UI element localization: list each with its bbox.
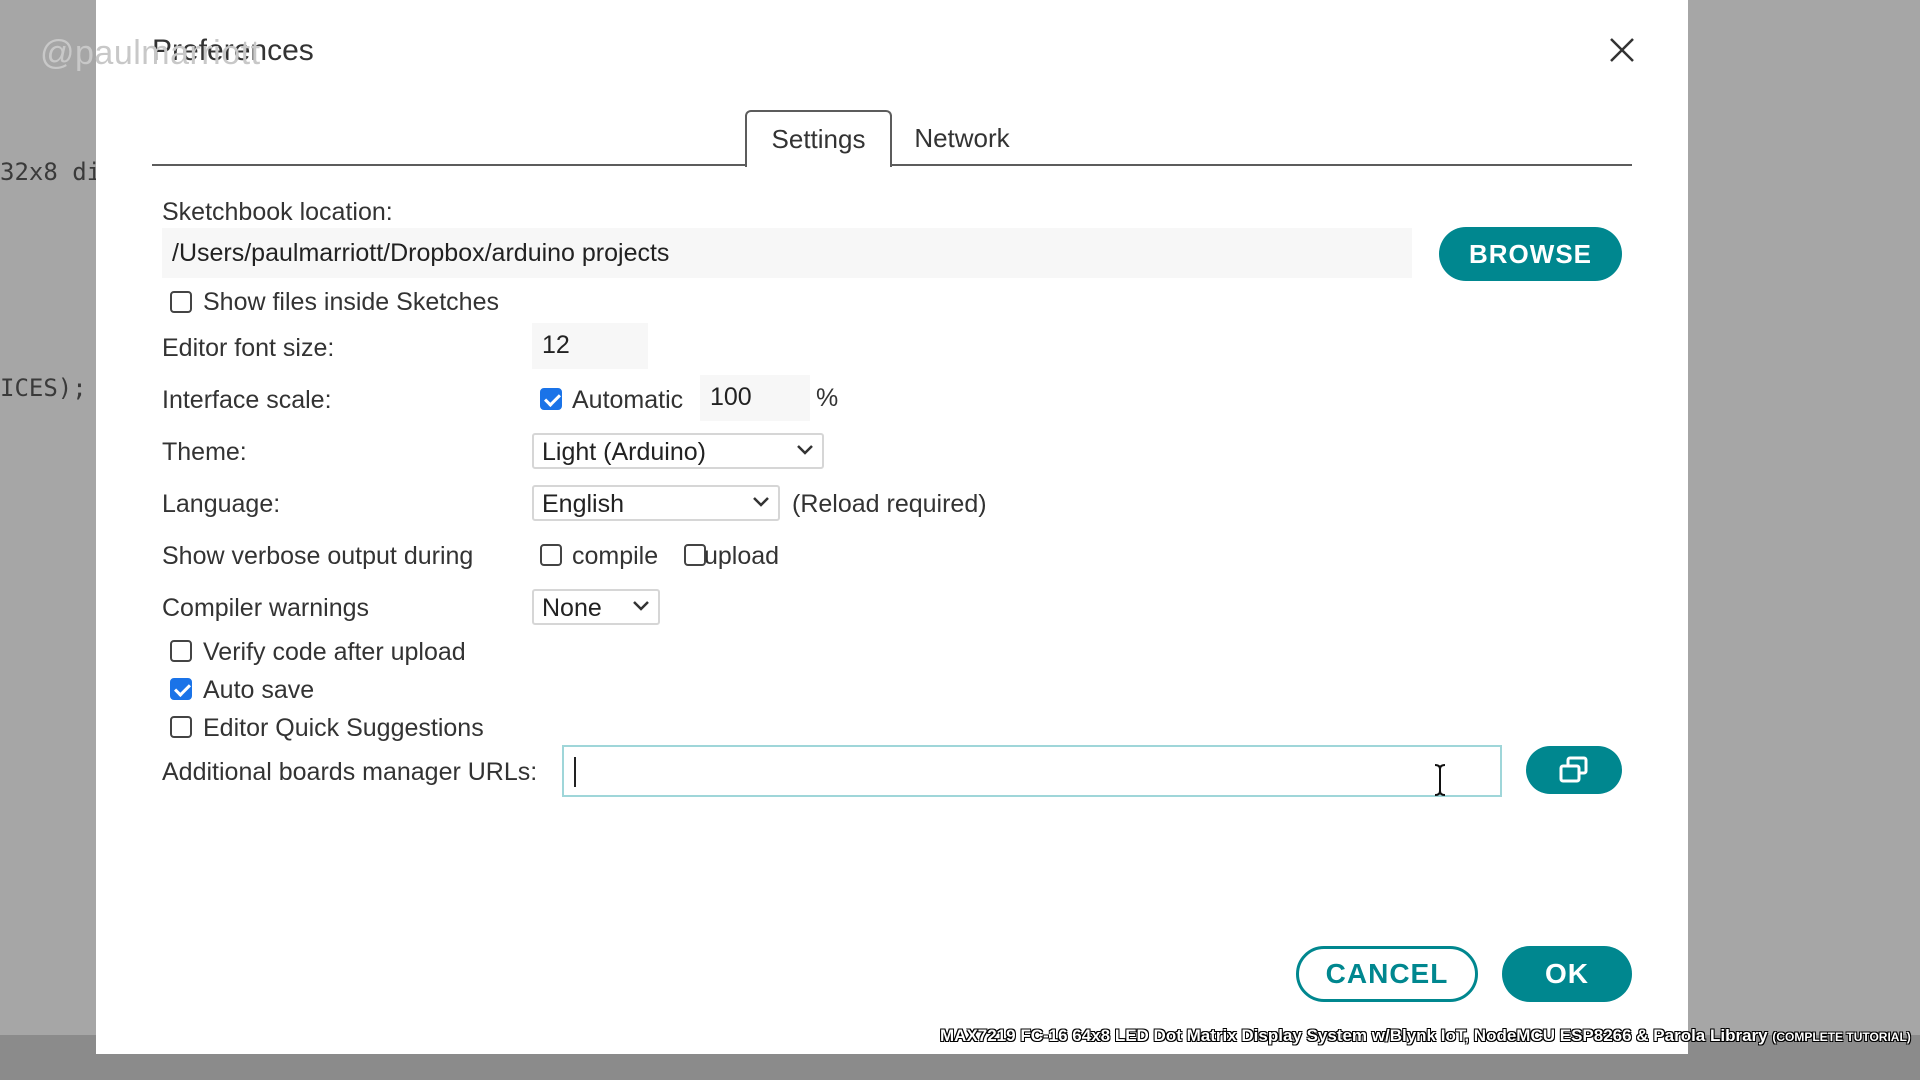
show-files-checkbox[interactable] [170,291,192,313]
chevron-down-icon [797,445,813,455]
tab-divider [152,164,1632,166]
chevron-down-icon [633,601,649,611]
code-text: ICES); [0,374,87,402]
auto-save-label: Auto save [203,676,315,704]
auto-save-checkbox[interactable] [170,678,192,700]
language-label: Language: [162,490,281,518]
open-window-icon [1559,756,1588,783]
text-cursor-icon [1434,764,1446,796]
sketchbook-path-field[interactable]: /Users/paulmarriott/Dropbox/arduino proj… [162,228,1412,278]
boards-urls-input[interactable] [562,745,1502,797]
quick-suggestions-checkbox[interactable] [170,716,192,738]
verify-upload-label: Verify code after upload [203,638,466,666]
verbose-compile-label: compile [572,542,659,570]
theme-value: Light (Arduino) [542,438,706,466]
quick-suggestions-label: Editor Quick Suggestions [203,714,484,742]
font-size-label: Editor font size: [162,334,335,362]
chevron-down-icon [753,497,769,507]
cancel-button[interactable]: CANCEL [1296,946,1478,1002]
scale-automatic-checkbox[interactable] [540,388,562,410]
compiler-warnings-label: Compiler warnings [162,594,370,622]
language-value: English [542,490,624,518]
scale-value-input[interactable]: 100 [700,375,810,421]
compiler-warnings-select[interactable]: None [532,589,660,625]
ok-button[interactable]: OK [1502,946,1632,1002]
tab-settings[interactable]: Settings [745,110,892,167]
tab-network[interactable]: Network [896,110,1028,166]
theme-label: Theme: [162,438,247,466]
compiler-warnings-value: None [542,594,602,622]
scale-automatic-label: Automatic [572,386,684,414]
verbose-compile-checkbox[interactable] [540,544,562,566]
open-urls-editor-button[interactable] [1526,746,1622,794]
font-size-input[interactable]: 12 [532,323,648,369]
theme-select[interactable]: Light (Arduino) [532,433,824,469]
text-caret [574,757,576,787]
boards-urls-label: Additional boards manager URLs: [162,758,538,786]
verbose-upload-label: upload [704,542,780,570]
verify-upload-checkbox[interactable] [170,640,192,662]
interface-scale-label: Interface scale: [162,386,332,414]
channel-watermark: @paulmarriott [40,34,261,72]
video-title: MAX7219 FC-16 64x8 LED Dot Matrix Displa… [940,1026,1768,1045]
verbose-output-label: Show verbose output during [162,542,474,570]
video-title-tag: (COMPLETE TUTORIAL) [1772,1030,1911,1044]
browse-button[interactable]: BROWSE [1439,227,1622,281]
sketchbook-label: Sketchbook location: [162,198,393,226]
preferences-dialog: Preferences Settings Network Sketchbook … [96,0,1688,1054]
language-reload-note: (Reload required) [792,490,987,518]
language-select[interactable]: English [532,485,780,521]
video-title-banner: MAX7219 FC-16 64x8 LED Dot Matrix Displa… [940,1026,1911,1046]
show-files-label: Show files inside Sketches [203,288,499,316]
close-icon[interactable] [1606,34,1638,66]
verbose-upload-checkbox[interactable] [684,544,706,566]
scale-unit: % [816,384,839,412]
